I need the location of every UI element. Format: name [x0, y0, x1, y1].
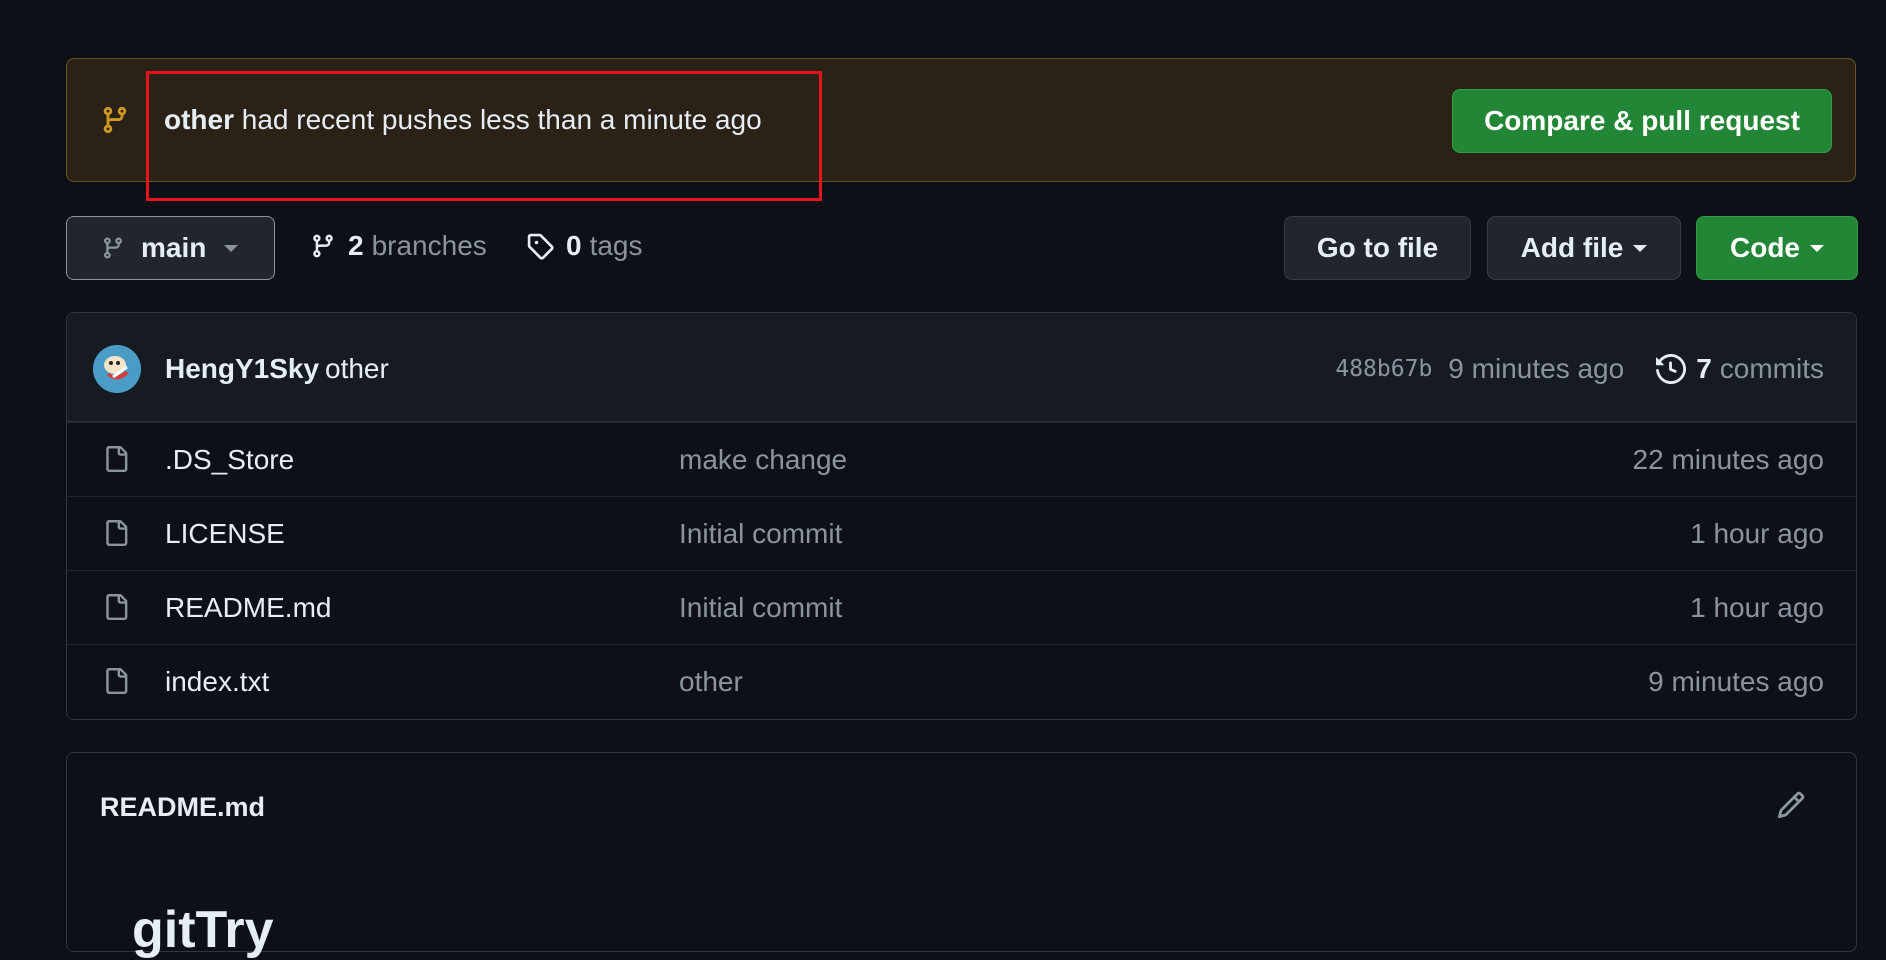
commits-label: commits [1719, 353, 1824, 384]
file-commit-message[interactable]: Initial commit [679, 592, 842, 624]
tags-count: 0 [566, 230, 582, 261]
file-icon [103, 517, 129, 549]
commit-author[interactable]: HengY1Sky [165, 353, 319, 385]
go-to-file-label: Go to file [1316, 232, 1439, 263]
table-row: index.txt other 9 minutes ago [67, 644, 1856, 718]
file-name[interactable]: index.txt [165, 666, 269, 698]
chevron-down-icon [1633, 244, 1648, 252]
chevron-down-icon [224, 244, 239, 252]
code-button[interactable]: Code [1696, 216, 1858, 280]
tags-link[interactable]: 0 tags [526, 230, 643, 262]
add-file-label: Add file [1520, 232, 1624, 263]
file-commit-message[interactable]: other [679, 666, 743, 698]
code-label: Code [1730, 232, 1800, 263]
readme-heading: gitTry [132, 901, 274, 959]
go-to-file-button[interactable]: Go to file [1284, 216, 1471, 280]
pencil-icon[interactable] [1776, 790, 1806, 820]
branches-count: 2 [348, 230, 364, 261]
file-commit-time: 1 hour ago [1690, 592, 1824, 623]
readme-panel [66, 752, 1857, 952]
compare-pull-request-button[interactable]: Compare & pull request [1452, 89, 1832, 153]
highlight-annotation-box [146, 71, 822, 201]
git-branch-icon [101, 235, 125, 261]
history-icon [1656, 354, 1687, 384]
git-branch-icon [310, 232, 336, 260]
commit-sha[interactable]: 488b67b [1335, 356, 1432, 382]
file-commit-time: 22 minutes ago [1632, 444, 1824, 475]
table-row: .DS_Store make change 22 minutes ago [67, 422, 1856, 496]
commit-time[interactable]: 9 minutes ago [1448, 353, 1624, 385]
branches-link[interactable]: 2 branches [310, 230, 487, 262]
commits-link[interactable]: 7 commits [1656, 353, 1824, 385]
branches-label: branches [371, 230, 487, 261]
file-name[interactable]: .DS_Store [165, 444, 294, 476]
file-commit-time: 1 hour ago [1690, 518, 1824, 549]
table-row: README.md Initial commit 1 hour ago [67, 570, 1856, 644]
chevron-down-icon [1810, 244, 1824, 252]
file-icon [103, 591, 129, 623]
current-branch-label: main [141, 232, 207, 263]
file-commit-message[interactable]: Initial commit [679, 518, 842, 550]
avatar[interactable] [93, 345, 141, 393]
readme-title[interactable]: README.md [100, 792, 265, 823]
compare-pull-request-label: Compare & pull request [1484, 105, 1800, 136]
commit-message[interactable]: other [325, 353, 389, 385]
commit-meta: 488b67b 9 minutes ago 7 commits [1335, 353, 1824, 385]
file-commit-message[interactable]: make change [679, 444, 847, 476]
latest-commit-bar: HengY1Sky other 488b67b 9 minutes ago 7 … [67, 313, 1856, 422]
file-icon [103, 665, 129, 697]
tags-label: tags [589, 230, 643, 261]
git-branch-icon [100, 103, 130, 137]
file-name[interactable]: LICENSE [165, 518, 285, 550]
file-list: HengY1Sky other 488b67b 9 minutes ago 7 … [66, 312, 1857, 720]
tag-icon [526, 232, 554, 260]
commits-count: 7 [1696, 353, 1712, 384]
file-name[interactable]: README.md [165, 592, 331, 624]
file-commit-time: 9 minutes ago [1648, 666, 1824, 697]
branch-selector-button[interactable]: main [66, 216, 275, 280]
file-icon [103, 443, 129, 475]
table-row: LICENSE Initial commit 1 hour ago [67, 496, 1856, 570]
add-file-button[interactable]: Add file [1487, 216, 1681, 280]
